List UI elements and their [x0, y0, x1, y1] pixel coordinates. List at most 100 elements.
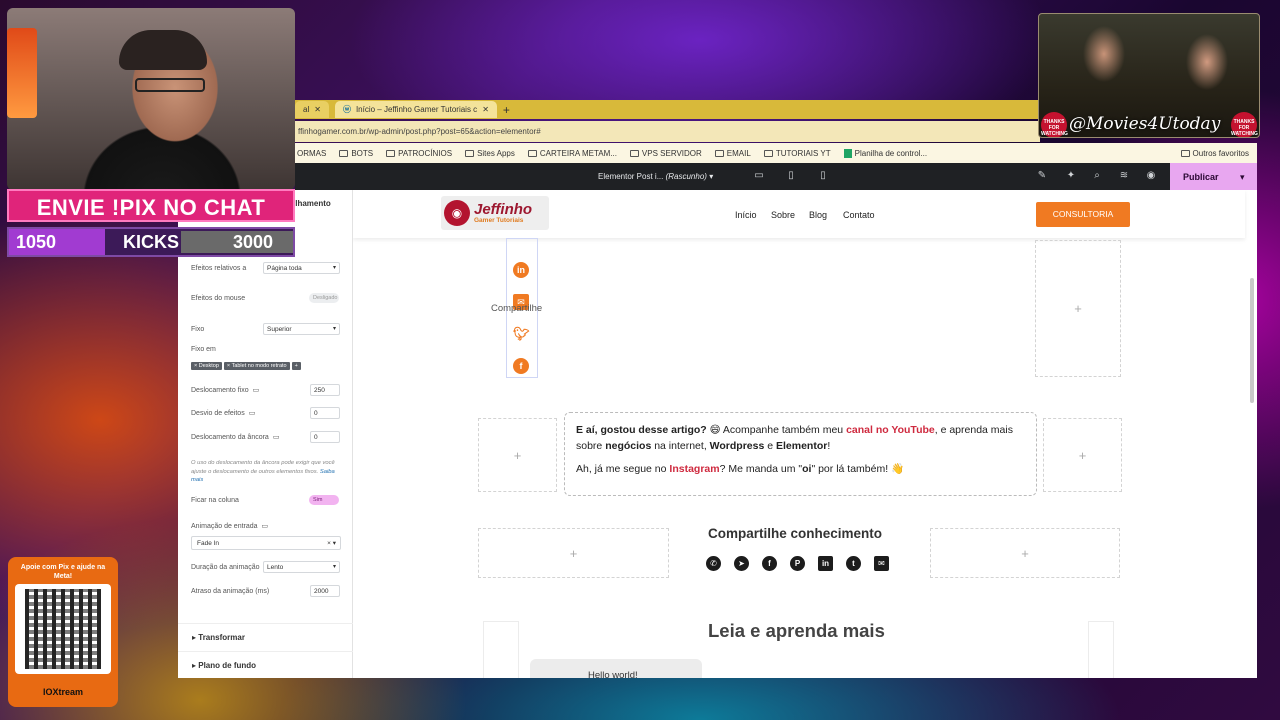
text: " por lá também! 👋: [811, 463, 905, 475]
address-bar[interactable]: ffinhogamer.com.br/wp-admin/post.php?pos…: [295, 121, 1040, 142]
linkedin-icon[interactable]: in: [818, 556, 833, 571]
relative-effects-select[interactable]: Página toda: [263, 262, 340, 274]
toggle-text: Desligado: [313, 295, 338, 301]
facebook-icon[interactable]: f: [513, 358, 529, 374]
responsive-desktop-icon[interactable]: ▭: [273, 433, 280, 441]
sticky-select[interactable]: Superior: [263, 323, 340, 335]
nav-link-blog[interactable]: Blog: [809, 210, 827, 220]
entrance-animation-select[interactable]: Fade In × ▾: [191, 536, 341, 550]
add-element-placeholder[interactable]: +: [1035, 240, 1121, 377]
mouse-effects-toggle[interactable]: Desligado: [309, 293, 339, 303]
facebook-icon[interactable]: f: [762, 556, 777, 571]
field-label: Atraso da animação (ms): [191, 587, 270, 595]
mobile-icon[interactable]: ▯: [817, 170, 829, 182]
telegram-icon[interactable]: ➤: [734, 556, 749, 571]
panel-tab-label[interactable]: ilhamento: [293, 199, 331, 208]
site-logo[interactable]: ◉ Jeffinho Gamer Tutoriais: [441, 196, 549, 230]
gamepad-icon: ◉: [444, 200, 470, 226]
preview-eye-icon[interactable]: ◉: [1145, 170, 1157, 182]
animation-duration-row: Duração da animação Lento: [191, 560, 340, 574]
device-chip[interactable]: × Desktop: [191, 362, 222, 370]
clear-icon[interactable]: × ▾: [327, 539, 336, 547]
post-card[interactable]: Hello world!: [530, 659, 702, 678]
nav-link-contato[interactable]: Contato: [843, 210, 875, 220]
youtube-link[interactable]: canal no YouTube: [846, 424, 935, 436]
twitter-icon[interactable]: 🐦︎: [513, 326, 530, 342]
kicks-goal-bar: 1050 KICKS 3000: [7, 227, 295, 257]
document-title[interactable]: Elementor Post i... (Rascunho) ▾: [598, 172, 713, 181]
publish-button[interactable]: Publicar ▾: [1170, 163, 1257, 190]
sticky-offset-input[interactable]: 250: [310, 384, 340, 396]
bookmark-label: TUTORIAIS YT: [775, 148, 831, 158]
nav-link-inicio[interactable]: Início: [735, 210, 757, 220]
notifications-icon[interactable]: ✦: [1065, 170, 1077, 182]
goal-current: 1050: [9, 229, 105, 255]
responsive-desktop-icon[interactable]: ▭: [253, 386, 260, 394]
responsive-desktop-icon[interactable]: ▭: [249, 409, 256, 417]
text: sobre: [576, 440, 606, 452]
stay-in-column-toggle[interactable]: Sim: [309, 495, 339, 505]
nav-link-sobre[interactable]: Sobre: [771, 210, 795, 220]
section-transform[interactable]: ▸ Transformar: [178, 623, 353, 649]
pinterest-icon[interactable]: P: [790, 556, 805, 571]
bookmark-item[interactable]: ORMAS: [297, 149, 326, 158]
folder-icon: [465, 149, 475, 157]
bookmark-item[interactable]: PATROCÍNIOS: [386, 149, 452, 158]
other-bookmarks[interactable]: Outros favoritos: [1180, 149, 1249, 158]
bookmark-item[interactable]: EMAIL: [714, 149, 751, 158]
animation-duration-select[interactable]: Lento: [263, 561, 340, 573]
sticky-offset-row: Deslocamento fixo ▭ 250: [191, 383, 340, 397]
desktop-icon[interactable]: ▭: [753, 170, 765, 182]
close-icon[interactable]: ✕: [314, 105, 321, 114]
new-tab-button[interactable]: +: [503, 103, 510, 117]
bookmark-item[interactable]: BOTS: [339, 149, 373, 158]
qr-pattern: [25, 589, 101, 669]
site-header: ◉ Jeffinho Gamer Tutoriais Início Sobre …: [353, 190, 1245, 238]
bookmark-item[interactable]: VPS SERVIDOR: [629, 148, 702, 158]
device-chip[interactable]: × Tablet no modo retrato: [223, 362, 290, 370]
post-card-title: Hello world!: [588, 670, 638, 678]
effects-offset-row: Desvio de efeitos ▭ 0: [191, 406, 340, 420]
sticky-on-devices: × Desktop × Tablet no modo retrato +: [191, 359, 340, 373]
section-label: Plano de fundo: [198, 661, 257, 670]
folder-icon: [1180, 149, 1190, 157]
tablet-icon[interactable]: ▯: [785, 170, 797, 182]
email-icon[interactable]: ✉: [874, 556, 889, 571]
browser-tab[interactable]: al ✕: [295, 101, 329, 118]
effects-offset-input[interactable]: 0: [310, 407, 340, 419]
close-icon[interactable]: ✕: [482, 105, 489, 114]
add-device-button[interactable]: +: [291, 362, 301, 370]
field-label: Ficar na coluna: [191, 496, 239, 504]
search-icon[interactable]: ⌕: [1091, 170, 1103, 182]
responsive-desktop-icon[interactable]: ▭: [262, 522, 269, 530]
canvas-scrollbar[interactable]: [1247, 198, 1257, 678]
browser-tab-active[interactable]: ⓦ Início – Jeffinho Gamer Tutoriais c ✕: [334, 101, 497, 118]
share-side-label: Compartilhe: [491, 303, 543, 314]
consultoria-button[interactable]: CONSULTORIA: [1036, 202, 1130, 227]
select-value: Lento: [267, 564, 284, 571]
hair-shape: [119, 30, 207, 70]
whatsapp-icon[interactable]: ✆: [706, 556, 721, 571]
instagram-link[interactable]: Instagram: [669, 463, 719, 475]
section-background[interactable]: ▸ Plano de fundo: [178, 651, 353, 677]
doc-title-text: Elementor Post i...: [598, 172, 664, 181]
bookmark-item[interactable]: Sites Apps: [465, 149, 515, 158]
goal-label: KICKS: [123, 232, 180, 252]
bookmark-item[interactable]: CARTEIRA METAM...: [527, 149, 617, 158]
anchor-offset-input[interactable]: 0: [310, 431, 340, 443]
twitter-icon[interactable]: t: [846, 556, 861, 571]
add-element-placeholder[interactable]: +: [478, 528, 669, 578]
add-element-placeholder[interactable]: +: [1043, 418, 1122, 492]
add-element-placeholder[interactable]: +: [478, 418, 557, 492]
brush-icon[interactable]: ✎: [1036, 170, 1048, 182]
animation-delay-input[interactable]: 2000: [310, 585, 340, 597]
layers-icon[interactable]: ≋: [1118, 170, 1130, 182]
linkedin-icon[interactable]: in: [513, 262, 529, 278]
bookmark-label: VPS SERVIDOR: [641, 148, 702, 158]
carousel-edge: [483, 621, 519, 678]
bookmark-item[interactable]: TUTORIAIS YT: [763, 148, 831, 158]
add-element-placeholder[interactable]: +: [930, 528, 1120, 578]
chevron-down-icon[interactable]: ▾: [1240, 172, 1245, 183]
scrollbar-thumb[interactable]: [1250, 278, 1254, 403]
bookmark-item[interactable]: Planilha de control...: [843, 148, 927, 158]
